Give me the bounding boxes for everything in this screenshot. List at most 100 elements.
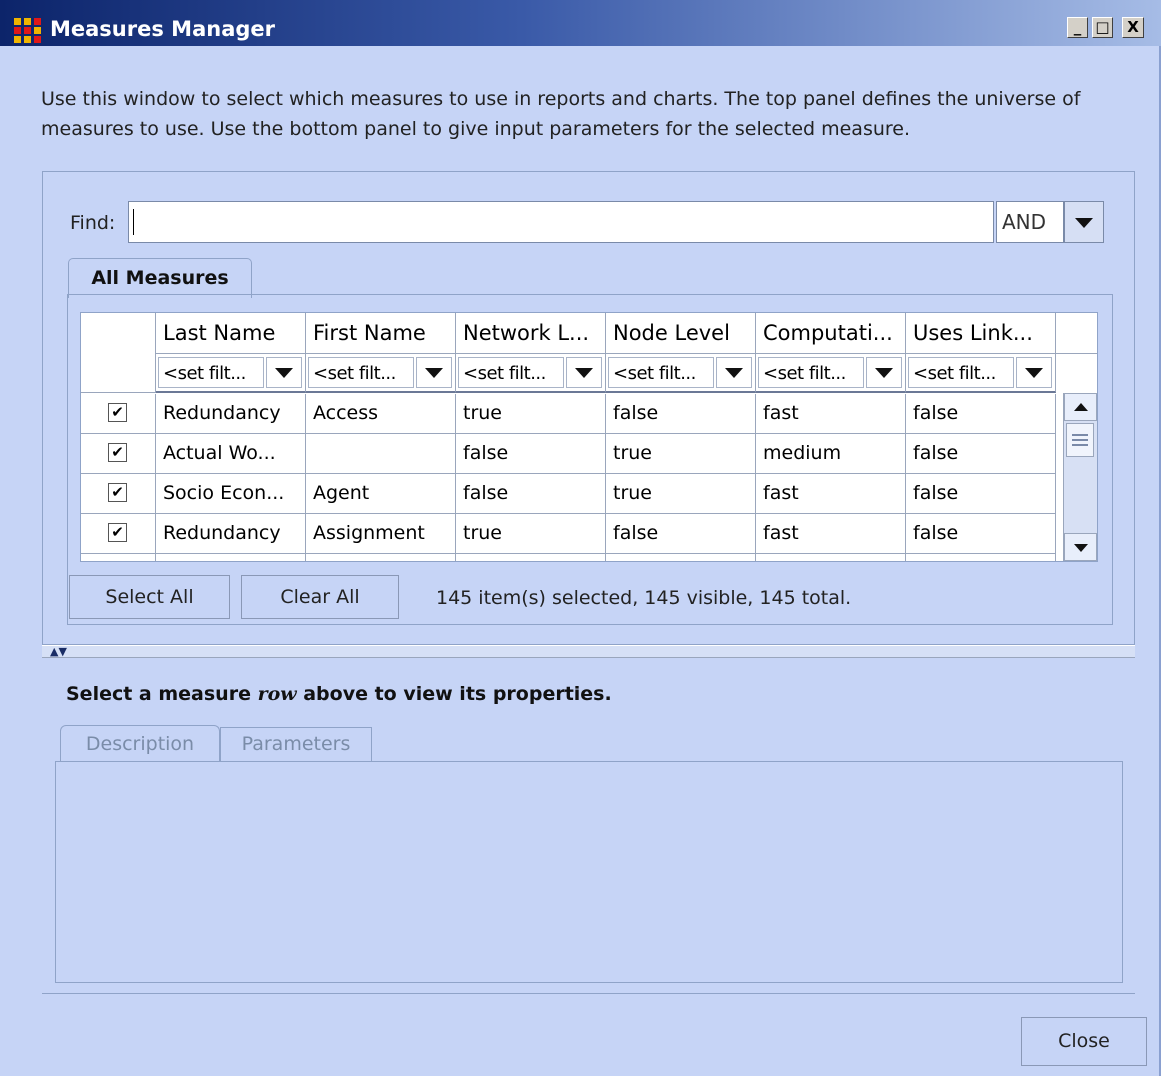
instructions-line-1: Use this window to select which measures… xyxy=(41,88,1081,110)
row-checkbox-cell[interactable]: ✔ xyxy=(81,514,156,554)
table-cell[interactable]: true xyxy=(456,394,606,434)
table-cell[interactable]: false xyxy=(456,474,606,514)
table-cell[interactable]: fast xyxy=(756,514,906,554)
hint-emphasis: row xyxy=(257,683,297,705)
table-cell[interactable]: Access xyxy=(306,394,456,434)
filter-text[interactable]: <set filt... xyxy=(308,357,414,388)
table-cell[interactable] xyxy=(606,554,756,561)
table-cell[interactable]: true xyxy=(456,514,606,554)
table-cell[interactable]: Socio Econ... xyxy=(156,474,306,514)
checkbox-checked-icon[interactable]: ✔ xyxy=(108,443,127,462)
filter-dropdown-button[interactable] xyxy=(416,357,452,388)
table-vertical-scrollbar[interactable] xyxy=(1063,393,1097,561)
filter-text[interactable]: <set filt... xyxy=(908,357,1014,388)
table-cell[interactable] xyxy=(906,554,1056,561)
table-cell[interactable] xyxy=(306,554,456,561)
table-row[interactable]: ✔ Actual Wo... false true medium false xyxy=(81,434,1056,474)
scroll-down-icon xyxy=(1074,544,1088,552)
checkbox-checked-icon[interactable]: ✔ xyxy=(108,483,127,502)
table-cell[interactable]: false xyxy=(906,514,1056,554)
scroll-up-button[interactable] xyxy=(1064,393,1097,421)
column-header-network-level[interactable]: Network L... xyxy=(456,313,606,354)
operator-dropdown-button[interactable] xyxy=(1064,201,1104,243)
dropdown-arrow-icon xyxy=(1025,368,1043,378)
filter-text[interactable]: <set filt... xyxy=(158,357,264,388)
text-caret xyxy=(133,209,134,235)
table-cell[interactable]: false xyxy=(456,434,606,474)
table-row[interactable]: ✔ Redundancy Assignment true false fast … xyxy=(81,514,1056,554)
table-cell[interactable]: Redundancy xyxy=(156,514,306,554)
table-cell[interactable] xyxy=(156,554,306,561)
table-cell[interactable]: true xyxy=(606,434,756,474)
column-header-last-name[interactable]: Last Name xyxy=(156,313,306,354)
table-cell[interactable]: false xyxy=(906,394,1056,434)
operator-select[interactable]: AND xyxy=(996,201,1064,243)
filter-text[interactable]: <set filt... xyxy=(608,357,714,388)
checkbox-checked-icon[interactable]: ✔ xyxy=(108,523,127,542)
column-header-node-level[interactable]: Node Level xyxy=(606,313,756,354)
filter-node-level[interactable]: <set filt... xyxy=(606,354,756,393)
filter-last-name[interactable]: <set filt... xyxy=(156,354,306,393)
tab-parameters[interactable]: Parameters xyxy=(220,727,372,761)
select-all-button[interactable]: Select All xyxy=(69,575,230,619)
filter-text[interactable]: <set filt... xyxy=(758,357,864,388)
table-cell[interactable]: medium xyxy=(756,434,906,474)
minimize-button[interactable]: _ xyxy=(1067,17,1088,38)
clear-all-button[interactable]: Clear All xyxy=(241,575,399,619)
measures-table: Last Name First Name Network L... Node L… xyxy=(80,312,1098,562)
column-header-first-name[interactable]: First Name xyxy=(306,313,456,354)
filter-uses-link[interactable]: <set filt... xyxy=(906,354,1056,393)
scroll-thumb[interactable] xyxy=(1066,423,1094,457)
column-header-uses-link[interactable]: Uses Link... xyxy=(906,313,1056,354)
filter-text[interactable]: <set filt... xyxy=(458,357,564,388)
filter-dropdown-button[interactable] xyxy=(866,357,902,388)
row-checkbox-cell[interactable]: ✔ xyxy=(81,434,156,474)
table-cell[interactable]: false xyxy=(906,434,1056,474)
table-cell[interactable]: Actual Wo... xyxy=(156,434,306,474)
table-row[interactable]: ✔ Socio Econ... Agent false true fast fa… xyxy=(81,474,1056,514)
row-checkbox-cell[interactable]: ✔ xyxy=(81,474,156,514)
table-cell[interactable]: true xyxy=(606,474,756,514)
table-cell[interactable]: Assignment xyxy=(306,514,456,554)
find-input[interactable] xyxy=(128,201,994,243)
filter-network-level[interactable]: <set filt... xyxy=(456,354,606,393)
dropdown-arrow-icon xyxy=(875,368,893,378)
table-cell[interactable]: Agent xyxy=(306,474,456,514)
close-window-button[interactable]: X xyxy=(1122,17,1144,38)
row-checkbox-cell[interactable]: ✔ xyxy=(81,394,156,434)
row-checkbox-cell[interactable] xyxy=(81,554,156,561)
table-row-partial[interactable] xyxy=(81,554,1056,561)
table-cell[interactable]: fast xyxy=(756,394,906,434)
close-button[interactable]: Close xyxy=(1021,1017,1147,1066)
table-corner-header xyxy=(81,313,156,393)
filter-computation[interactable]: <set filt... xyxy=(756,354,906,393)
dropdown-arrow-icon xyxy=(275,368,293,378)
dropdown-arrow-icon xyxy=(725,368,743,378)
table-cell[interactable] xyxy=(456,554,606,561)
table-cell[interactable]: false xyxy=(606,514,756,554)
table-cell[interactable]: false xyxy=(606,394,756,434)
scroll-down-button[interactable] xyxy=(1064,533,1097,561)
tab-description[interactable]: Description xyxy=(60,725,220,763)
table-row[interactable]: ✔ Redundancy Access true false fast fals… xyxy=(81,394,1056,434)
table-cell[interactable]: fast xyxy=(756,474,906,514)
table-cell[interactable]: false xyxy=(906,474,1056,514)
title-bar[interactable]: Measures Manager _ □ X xyxy=(0,0,1161,46)
maximize-button[interactable]: □ xyxy=(1092,17,1113,38)
filter-first-name[interactable]: <set filt... xyxy=(306,354,456,393)
column-header-spacer xyxy=(1056,313,1097,354)
checkbox-checked-icon[interactable]: ✔ xyxy=(108,403,127,422)
instructions-line-2: measures to use. Use the bottom panel to… xyxy=(41,118,911,140)
tab-all-measures[interactable]: All Measures xyxy=(68,258,252,298)
filter-dropdown-button[interactable] xyxy=(266,357,302,388)
table-cell[interactable] xyxy=(306,434,456,474)
column-header-computation[interactable]: Computati... xyxy=(756,313,906,354)
filter-dropdown-button[interactable] xyxy=(566,357,602,388)
table-cell[interactable]: Redundancy xyxy=(156,394,306,434)
properties-hint: Select a measure row above to view its p… xyxy=(66,683,612,705)
panel-splitter[interactable] xyxy=(42,645,1135,658)
filter-dropdown-button[interactable] xyxy=(716,357,752,388)
filter-dropdown-button[interactable] xyxy=(1016,357,1052,388)
table-cell[interactable] xyxy=(756,554,906,561)
splitter-arrows-icon[interactable]: ▲▼ xyxy=(50,646,67,657)
